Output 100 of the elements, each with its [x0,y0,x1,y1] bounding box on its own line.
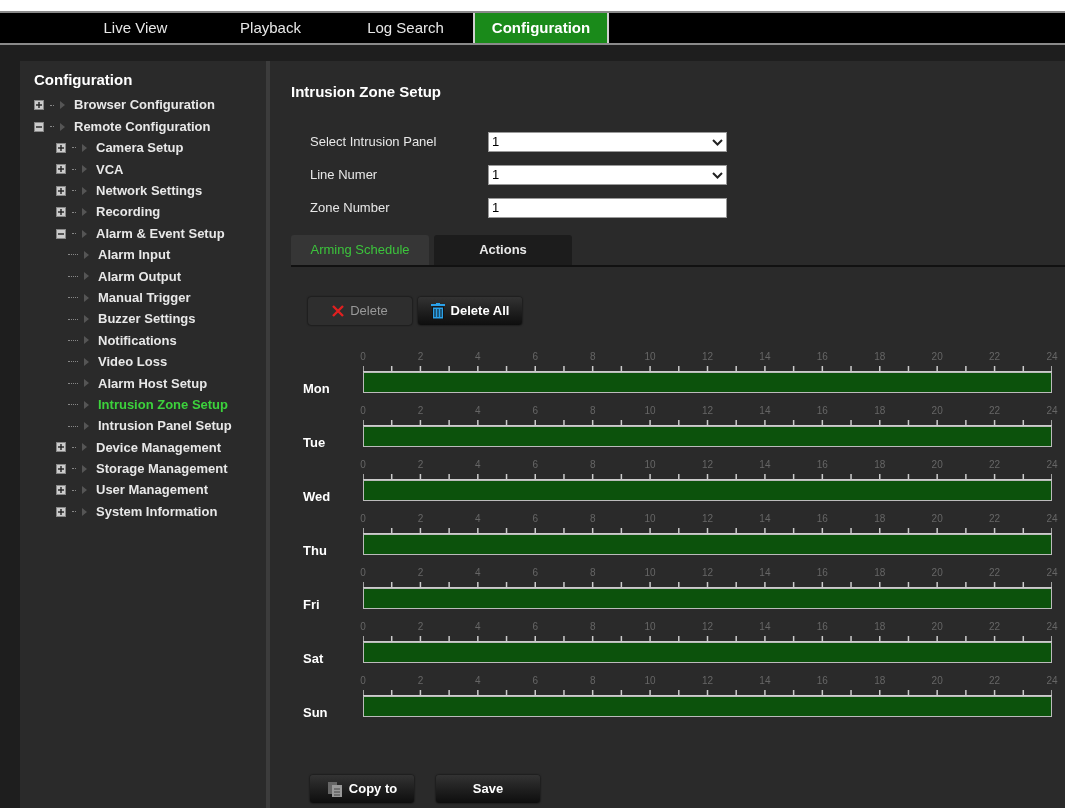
input-field[interactable]: 1 [488,198,727,218]
hour-label: 14 [759,352,771,362]
hour-label: 16 [816,676,828,686]
expand-icon[interactable] [56,185,66,196]
tab[interactable]: Actions [434,235,572,265]
field-label: Select Intrusion Panel [310,133,438,152]
hour-label: 22 [989,622,1001,632]
hour-label: 24 [1046,460,1058,470]
expand-icon[interactable] [56,506,66,517]
expand-icon[interactable] [56,142,66,153]
close-icon [332,305,345,317]
expand-icon[interactable] [56,442,66,453]
trash-icon [430,303,445,319]
expand-icon[interactable] [56,164,66,175]
tab[interactable]: Arming Schedule [291,235,429,265]
triangle-icon [82,507,87,516]
nav-tab[interactable]: Log Search [338,13,473,43]
hour-label: 10 [644,622,656,632]
hour-label: 10 [644,568,656,578]
hour-label: 4 [475,460,481,470]
hour-label: 6 [532,622,539,632]
expand-icon[interactable] [56,463,66,474]
tree-item[interactable]: Buzzer Settings [98,309,196,329]
hour-label: 10 [644,676,656,686]
expand-icon[interactable] [34,100,44,111]
tree-item[interactable]: System Information [96,501,218,522]
hour-label: 20 [931,514,943,524]
triangle-icon [84,336,89,345]
hour-label: 20 [931,568,943,578]
tree-item[interactable]: Storage Management [96,459,228,479]
hour-label: 22 [989,676,1001,686]
tree-item[interactable]: Alarm Input [98,245,171,265]
delete-button[interactable]: Delete All [418,297,522,325]
hour-label: 8 [589,568,596,578]
triangle-icon [84,357,89,366]
collapse-icon[interactable] [34,121,44,132]
triangle-icon [82,186,87,195]
field-label: Zone Number [310,199,391,218]
hour-label: 4 [475,568,481,578]
hour-label: 12 [701,514,714,524]
triangle-icon [82,464,87,473]
hour-label: 8 [589,676,596,686]
save-button[interactable]: Save [436,775,540,803]
copy-icon [326,781,343,797]
tree-item[interactable]: Alarm Host Setup [98,373,208,393]
expand-icon[interactable] [56,207,66,218]
hour-label: 4 [475,622,481,632]
hour-label: 12 [701,352,714,362]
hour-label: 14 [759,568,771,578]
hour-label: 14 [759,622,771,632]
tree-item[interactable]: VCA [96,159,124,180]
tree-item[interactable]: Manual Trigger [98,287,191,308]
tree-item[interactable]: User Management [96,480,208,500]
hour-label: 24 [1046,514,1058,524]
hour-label: 6 [532,460,539,470]
tree-item[interactable]: Camera Setup [96,138,184,158]
nav-tab[interactable]: Playback [203,13,338,43]
triangle-icon [84,400,89,409]
tree-item[interactable]: Intrusion Panel Setup [98,416,232,436]
dropdown[interactable]: 1 [488,165,727,185]
hour-label: 12 [701,568,714,578]
tree-item[interactable]: Notifications [98,330,177,351]
hour-label: 24 [1046,622,1058,632]
triangle-icon [82,165,87,174]
hour-label: 10 [644,514,656,524]
hour-label: 22 [989,514,1001,524]
tree-item[interactable]: Alarm & Event Setup [96,223,225,244]
hour-label: 6 [532,406,539,416]
hour-label: 10 [644,352,656,362]
tree-item[interactable]: Network Settings [96,181,203,201]
hour-label: 4 [475,514,481,524]
collapse-icon[interactable] [56,228,66,239]
dropdown[interactable]: 1 [488,132,727,152]
hour-label: 20 [931,460,943,470]
hour-label: 20 [931,676,943,686]
tree-item[interactable]: Device Management [96,437,221,458]
nav-tab[interactable]: Configuration [473,13,609,43]
hour-label: 6 [532,568,539,578]
hour-label: 16 [816,406,828,416]
copy-button[interactable]: Copy to [310,775,414,803]
expand-icon[interactable] [56,485,66,496]
tree-item[interactable]: Browser Configuration [74,95,215,115]
chevron-down-icon [712,171,723,179]
hour-label: 8 [589,406,596,416]
hour-label: 16 [816,352,828,362]
tree-item[interactable]: Alarm Output [98,266,182,287]
tree-item[interactable]: Intrusion Zone Setup [98,394,228,415]
tree-item[interactable]: Remote Configuration [74,116,211,137]
hour-label: 20 [931,352,943,362]
tree-item[interactable]: Recording [96,202,161,222]
triangle-icon [84,379,89,388]
hour-label: 6 [532,514,539,524]
nav-tab[interactable]: Live View [68,13,203,43]
hour-label: 6 [532,352,539,362]
hour-label: 12 [701,622,714,632]
sidebar-title: Configuration [34,70,134,90]
hour-label: 10 [644,406,656,416]
triangle-icon [82,143,87,152]
hour-label: 4 [475,406,481,416]
tree-item[interactable]: Video Loss [98,352,168,372]
